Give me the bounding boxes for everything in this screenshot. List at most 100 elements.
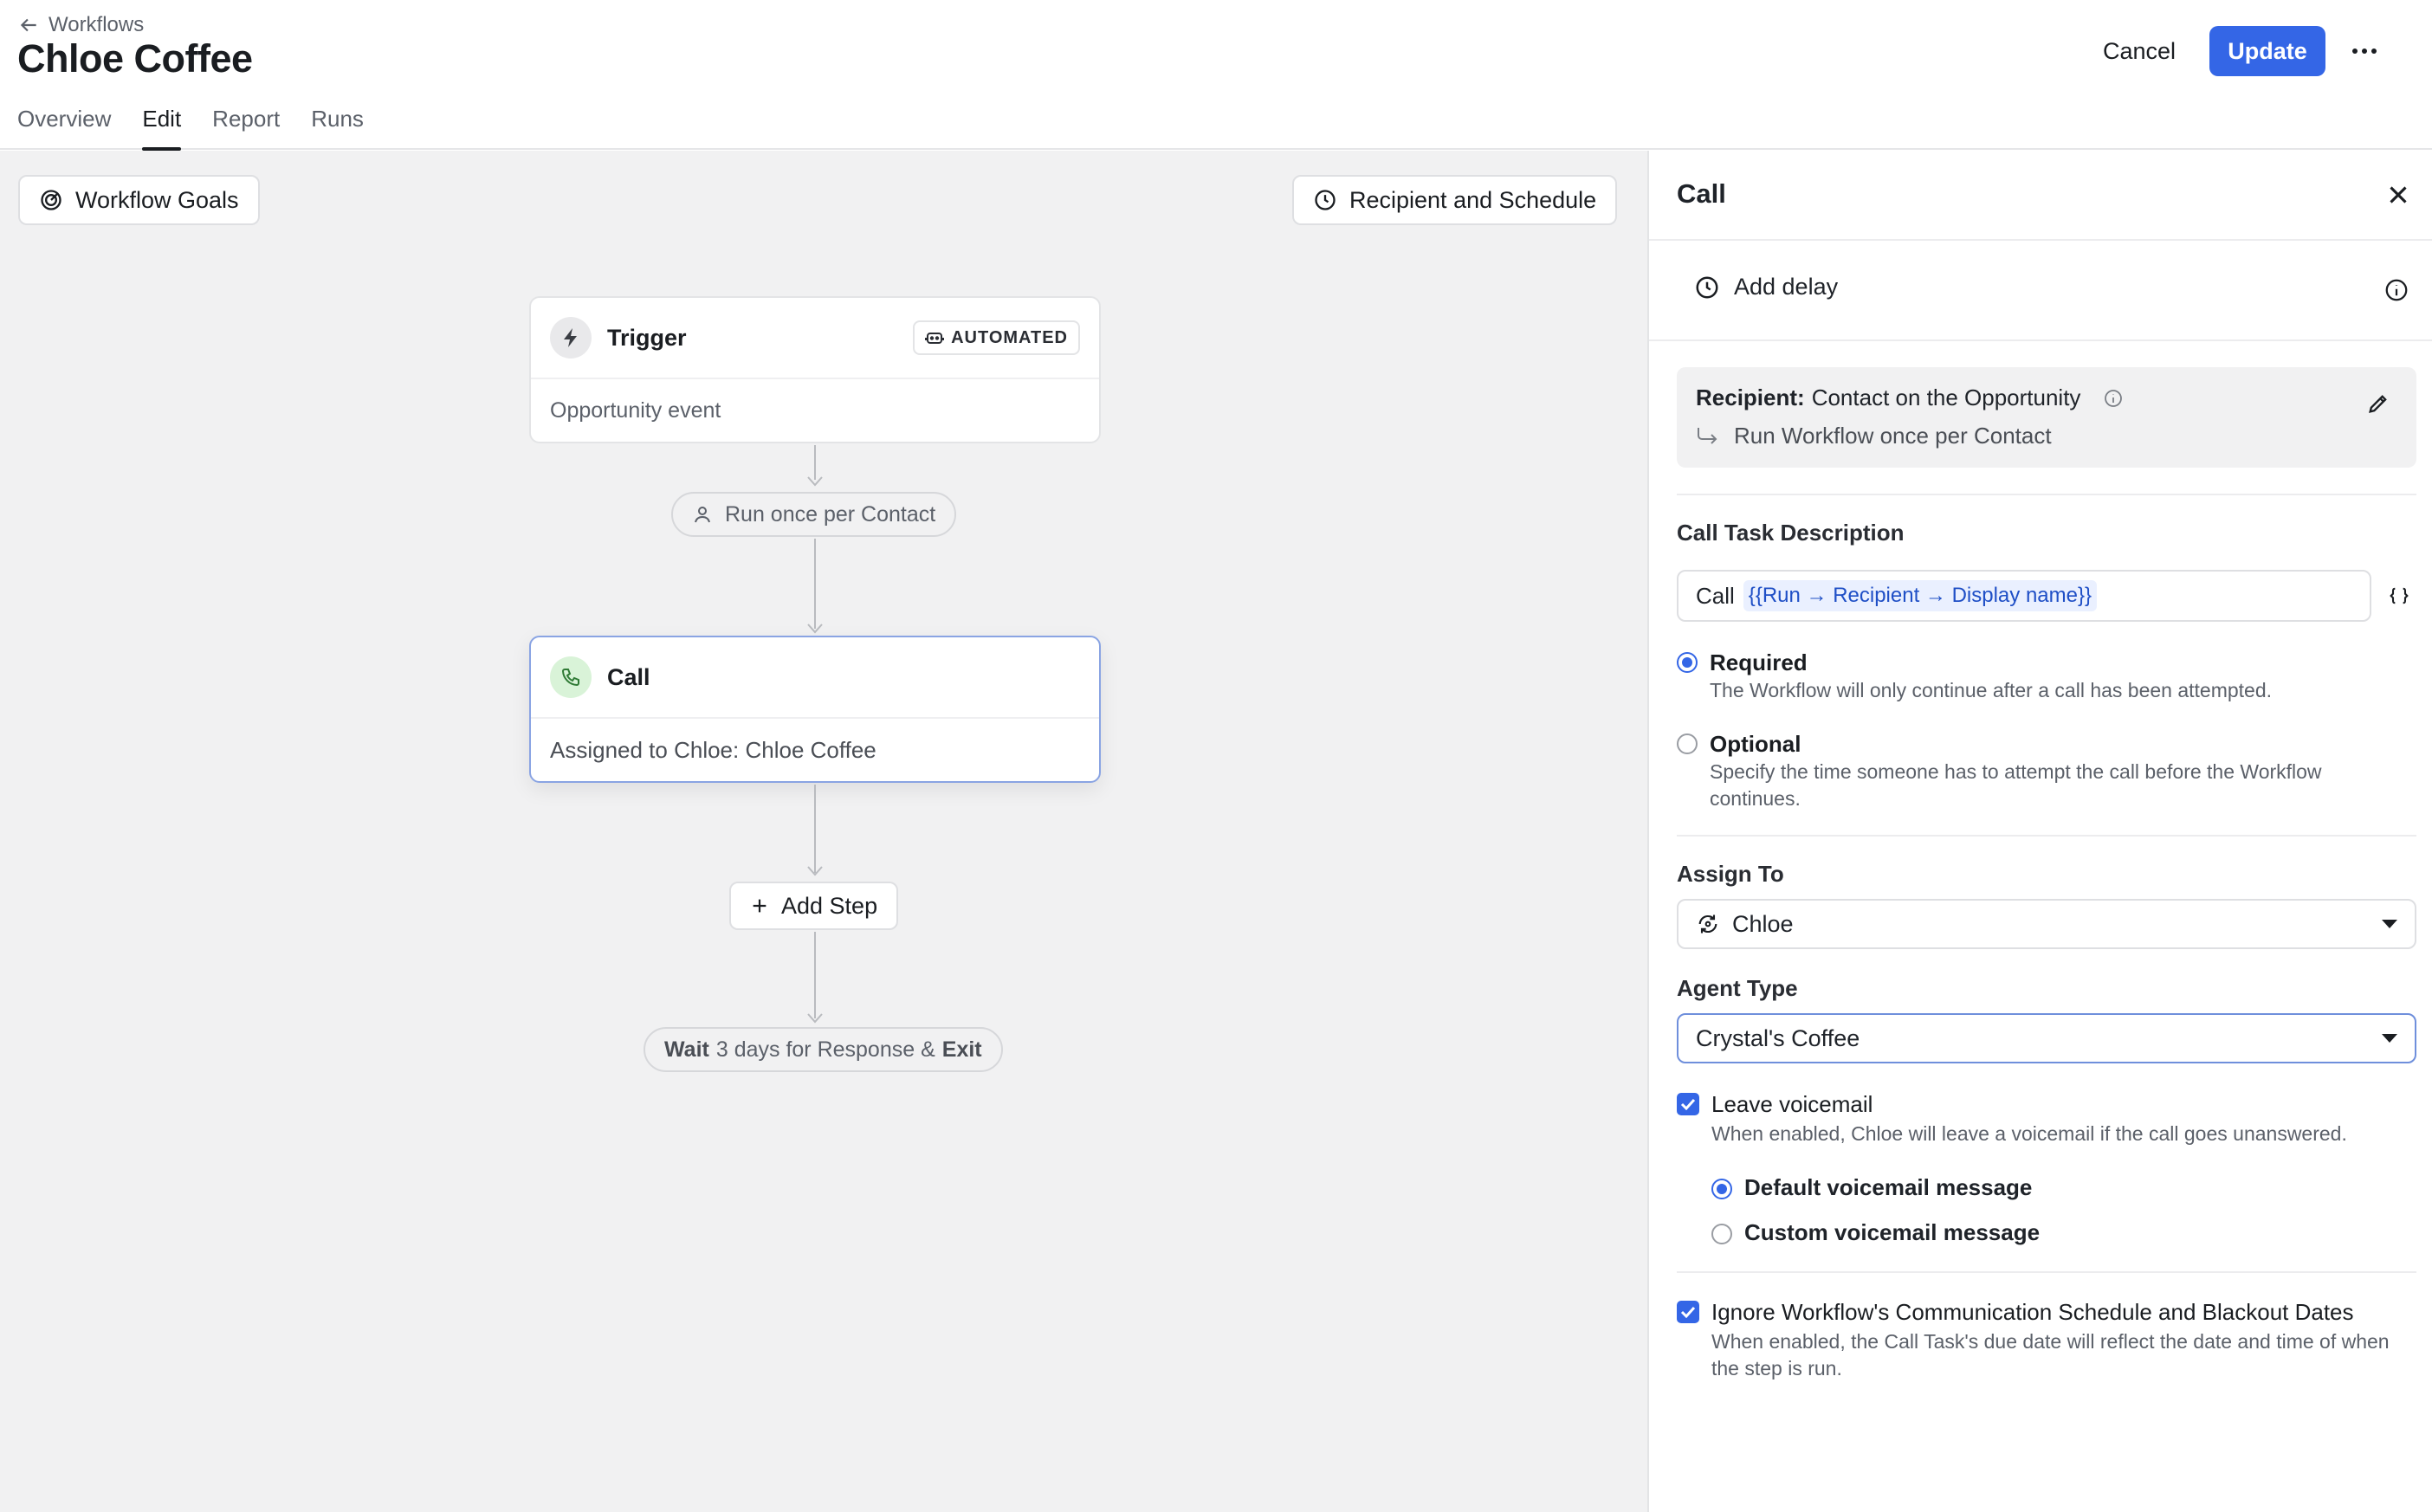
panel-title: Call <box>1677 178 1726 209</box>
agent-type-select[interactable]: Crystal's Coffee <box>1677 1013 2416 1063</box>
automated-badge-label: AUTOMATED <box>951 327 1068 347</box>
custom-voicemail-option[interactable]: Custom voicemail message <box>1711 1219 2040 1246</box>
robot-icon <box>925 333 945 344</box>
divider <box>1677 1271 2416 1273</box>
arrow-down-icon <box>807 1013 823 1024</box>
chevron-down-icon <box>2382 920 2397 928</box>
leave-voicemail-checkbox[interactable] <box>1677 1093 1699 1115</box>
add-step-label: Add Step <box>781 892 878 919</box>
optional-option[interactable]: Optional Specify the time someone has to… <box>1677 731 2394 812</box>
assign-to-label: Assign To <box>1677 861 1784 887</box>
recipient-schedule-label: Recipient and Schedule <box>1349 186 1597 213</box>
arrow-down-icon <box>807 624 823 634</box>
ignore-schedule-option[interactable]: Ignore Workflow's Communication Schedule… <box>1677 1299 2422 1382</box>
agent-icon <box>1698 914 1717 934</box>
recipient-run-mode: Run Workflow once per Contact <box>1734 423 2052 449</box>
connector-line <box>814 785 816 873</box>
info-icon[interactable] <box>2103 388 2124 409</box>
connector-line <box>814 445 816 480</box>
agent-type-label: Agent Type <box>1677 975 1798 1001</box>
checkmark-icon <box>1680 1306 1696 1318</box>
more-horizontal-icon <box>2352 48 2377 54</box>
variable-token[interactable]: {{Run → Recipient → Display name}} <box>1743 580 2098 611</box>
call-task-description-field[interactable]: Call {{Run → Recipient → Display name}} <box>1677 570 2371 622</box>
leave-voicemail-title: Leave voicemail <box>1711 1091 1873 1117</box>
ignore-schedule-title: Ignore Workflow's Communication Schedule… <box>1711 1299 2354 1325</box>
tab-edit[interactable]: Edit <box>142 102 181 151</box>
divider <box>1677 835 2416 837</box>
default-voicemail-option[interactable]: Default voicemail message <box>1711 1174 2032 1201</box>
connector-line <box>814 539 816 629</box>
call-task-description-label: Call Task Description <box>1677 520 1905 546</box>
variable-braces-icon[interactable] <box>2387 584 2411 608</box>
workflow-goals-label: Workflow Goals <box>75 186 239 213</box>
required-radio[interactable] <box>1677 652 1698 673</box>
chevron-down-icon <box>2382 1034 2397 1043</box>
plus-icon <box>753 899 766 913</box>
add-step-button[interactable]: Add Step <box>729 882 899 930</box>
arrow-down-icon <box>807 866 823 876</box>
tab-overview[interactable]: Overview <box>17 102 111 151</box>
info-icon[interactable] <box>2383 277 2409 303</box>
exit-chip-wait: Wait <box>664 1037 709 1062</box>
divider <box>1649 239 2432 241</box>
run-once-chip-label: Run once per Contact <box>725 501 936 527</box>
cancel-button[interactable]: Cancel <box>2087 26 2191 76</box>
call-node-title: Call <box>607 663 650 690</box>
trigger-body: Opportunity event <box>550 397 721 423</box>
assign-to-select[interactable]: Chloe <box>1677 899 2416 949</box>
ignore-schedule-checkbox[interactable] <box>1677 1301 1699 1323</box>
leave-voicemail-desc: When enabled, Chloe will leave a voicema… <box>1711 1122 2347 1145</box>
tab-runs[interactable]: Runs <box>311 102 364 151</box>
call-task-prefix: Call <box>1696 582 1735 609</box>
optional-desc: Specify the time someone has to attempt … <box>1710 760 2322 810</box>
trigger-node[interactable]: Trigger AUTOMATED Opportunity event <box>529 296 1101 443</box>
tab-report[interactable]: Report <box>212 102 280 151</box>
automated-badge: AUTOMATED <box>913 320 1080 355</box>
step-settings-panel: Call Add delay Recipient: Contact on the… <box>1647 151 2432 1512</box>
optional-radio[interactable] <box>1677 733 1698 754</box>
header-bar: Workflows Chloe Coffee Overview Edit Rep… <box>0 0 2432 151</box>
tab-bar: Overview Edit Report Runs <box>17 102 395 151</box>
more-options-button[interactable] <box>2344 31 2385 71</box>
back-to-workflows-link[interactable]: Workflows <box>17 12 144 38</box>
lightning-icon <box>550 317 592 359</box>
trigger-node-header: Trigger AUTOMATED <box>531 298 1099 379</box>
divider <box>1649 339 2432 341</box>
workflow-goals-button[interactable]: Workflow Goals <box>18 175 260 225</box>
recipient-schedule-button[interactable]: Recipient and Schedule <box>1292 175 1618 225</box>
add-delay-button[interactable]: Add delay <box>1694 274 1838 300</box>
divider <box>1677 494 2416 495</box>
arrow-left-icon <box>20 18 36 32</box>
leave-voicemail-option[interactable]: Leave voicemail When enabled, Chloe will… <box>1677 1091 2347 1147</box>
optional-title: Optional <box>1710 731 1801 757</box>
exit-chip-middle: 3 days for Response & <box>715 1037 935 1062</box>
clock-icon <box>1315 190 1336 210</box>
recipient-value: Contact on the Opportunity <box>1811 384 2081 410</box>
agent-type-value: Crystal's Coffee <box>1696 1024 1860 1051</box>
clock-icon <box>1696 276 1718 298</box>
required-option[interactable]: Required The Workflow will only continue… <box>1677 649 2272 704</box>
page-title: Chloe Coffee <box>17 36 253 81</box>
default-voicemail-radio[interactable] <box>1711 1179 1732 1199</box>
custom-voicemail-radio[interactable] <box>1711 1224 1732 1244</box>
pencil-icon[interactable] <box>2366 391 2390 416</box>
call-node-body: Assigned to Chloe: Chloe Coffee <box>550 736 876 763</box>
workflow-canvas[interactable]: Workflow Goals Recipient and Schedule Tr… <box>0 151 1647 1512</box>
phone-icon <box>550 656 592 698</box>
ignore-schedule-desc: When enabled, the Call Task's due date w… <box>1711 1330 2390 1380</box>
run-once-chip: Run once per Contact <box>671 492 957 537</box>
exit-chip: Wait 3 days for Response & Exit <box>644 1027 1003 1072</box>
connector-line <box>814 932 816 1018</box>
required-desc: The Workflow will only continue after a … <box>1710 679 2273 701</box>
call-node[interactable]: Call Assigned to Chloe: Chloe Coffee <box>529 636 1101 783</box>
default-voicemail-label: Default voicemail message <box>1744 1174 2033 1200</box>
trigger-title: Trigger <box>607 324 687 351</box>
required-title: Required <box>1710 649 1808 675</box>
corner-down-right-icon <box>1698 427 1717 444</box>
close-icon[interactable] <box>2383 180 2413 210</box>
checkmark-icon <box>1680 1098 1696 1110</box>
recipient-summary: Recipient: Contact on the Opportunity Ru… <box>1677 367 2416 468</box>
back-link-label: Workflows <box>49 13 145 36</box>
update-button[interactable]: Update <box>2209 26 2325 76</box>
